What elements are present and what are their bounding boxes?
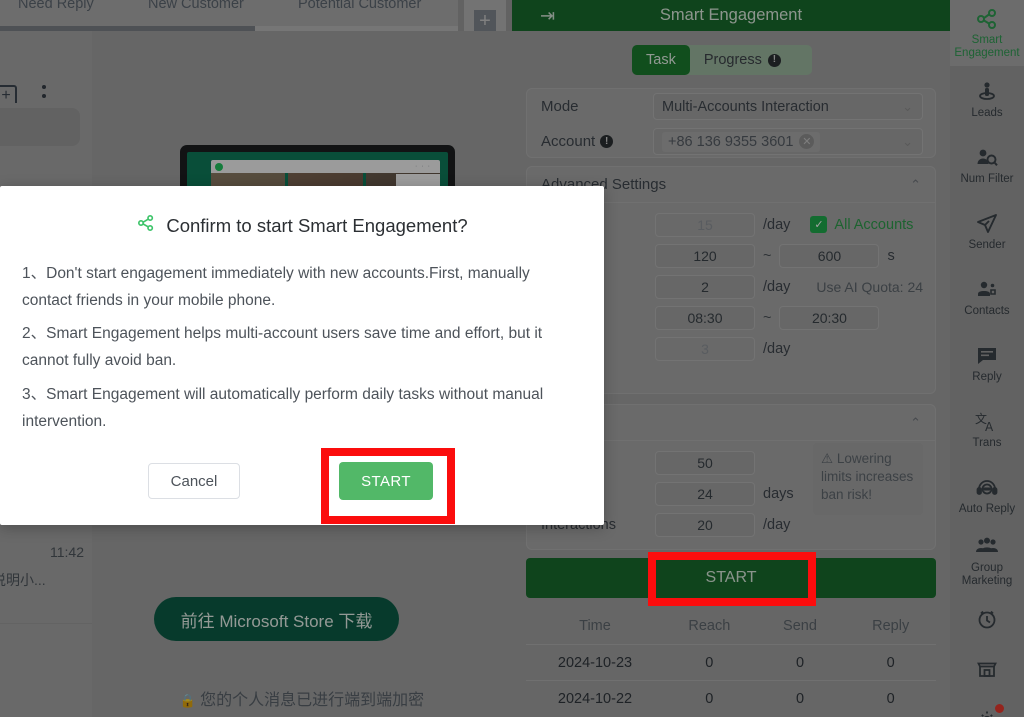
dialog-line-1: 1、Don't start engagement immediately wit… bbox=[22, 265, 530, 310]
start-button[interactable]: START bbox=[339, 462, 433, 500]
share-nodes-icon bbox=[136, 213, 156, 238]
confirm-dialog: Confirm to start Smart Engagement? 1、Don… bbox=[0, 186, 604, 525]
dialog-body: 1、Don't start engagement immediately wit… bbox=[0, 238, 604, 435]
dialog-line-3: 3、Smart Engagement will automatically pe… bbox=[22, 385, 544, 430]
dialog-line-2: 2、Smart Engagement helps multi-account u… bbox=[22, 325, 543, 370]
dialog-title: Confirm to start Smart Engagement? bbox=[166, 214, 468, 236]
dialog-title-row: Confirm to start Smart Engagement? bbox=[0, 186, 604, 238]
cancel-button[interactable]: Cancel bbox=[148, 463, 240, 499]
